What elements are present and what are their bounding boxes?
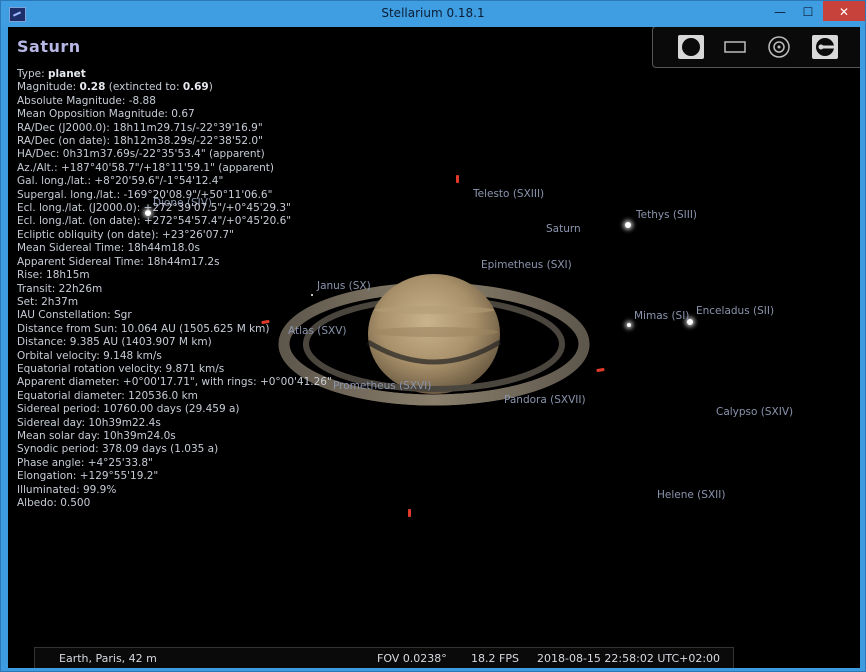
close-button[interactable]: ✕: [823, 1, 865, 21]
info-line: Orbital velocity: 9.148 km/s: [17, 349, 162, 362]
telesto-label[interactable]: Telesto (SXIII): [473, 188, 544, 200]
window-title: Stellarium 0.18.1: [381, 6, 485, 20]
minimize-button[interactable]: —: [766, 1, 794, 21]
info-line: Rise: 18h15m: [17, 269, 90, 282]
target-circle-icon[interactable]: [765, 34, 793, 60]
object-name: Saturn: [17, 37, 81, 56]
pandora-hint-marker: [596, 367, 605, 373]
info-type: Type: planet: [17, 68, 86, 80]
info-magnitude: Magnitude: 0.28 (extincted to: 0.69): [17, 81, 213, 94]
info-line: Supergal. long./lat.: -169°20'08.9"/+50°…: [17, 188, 273, 201]
info-line: Synodic period: 378.09 days (1.035 a): [17, 443, 219, 456]
info-line: Equatorial rotation velocity: 9.871 km/s: [17, 362, 225, 375]
info-line: Equatorial diameter: 120536.0 km: [17, 389, 198, 402]
info-line: Gal. long./lat.: +8°20'59.6"/-1°54'12.4": [17, 175, 224, 188]
tethys-label[interactable]: Tethys (SIII): [636, 209, 697, 221]
epimetheus-label[interactable]: Epimetheus (SXI): [481, 259, 572, 271]
info-line: Elongation: +129°55'19.2": [17, 470, 159, 483]
info-line: Set: 2h37m: [17, 295, 79, 308]
maximize-button[interactable]: ☐: [794, 1, 822, 21]
helene-hint-marker: [408, 509, 411, 517]
info-line: Ecl. long./lat. (J2000.0): +272°39'07.5"…: [17, 202, 291, 215]
info-line: Transit: 22h26m: [17, 282, 103, 295]
calypso-label[interactable]: Calypso (SXIV): [716, 406, 793, 418]
info-line: Mean Opposition Magnitude: 0.67: [17, 108, 195, 121]
prometheus-label[interactable]: Prometheus (SXVI): [333, 380, 431, 392]
saturn-label[interactable]: Saturn: [546, 223, 581, 235]
info-line: HA/Dec: 0h31m37.69s/-22°35'53.4" (appare…: [17, 148, 265, 161]
enceladus-label[interactable]: Enceladus (SII): [696, 305, 774, 317]
info-line: Mean Sidereal Time: 18h44m18.0s: [17, 242, 200, 255]
object-info-panel: Saturn Type: planet Magnitude: 0.28 (ext…: [17, 37, 332, 510]
info-line: Sidereal period: 10760.00 days (29.459 a…: [17, 403, 240, 416]
info-line: IAU Constellation: Sgr: [17, 309, 132, 322]
info-line: Ecliptic obliquity (on date): +23°26'07.…: [17, 228, 234, 241]
view-toolbar: [652, 27, 860, 68]
stellarium-window: Stellarium 0.18.1 — ☐ ✕ Telesto (SXIII) …: [0, 0, 866, 672]
info-line: RA/Dec (J2000.0): 18h11m29.71s/-22°39'16…: [17, 121, 263, 134]
info-line: Absolute Magnitude: -8.88: [17, 94, 156, 107]
pandora-label[interactable]: Pandora (SXVII): [504, 394, 586, 406]
title-bar[interactable]: Stellarium 0.18.1 — ☐ ✕: [1, 1, 865, 27]
info-line: Apparent Sidereal Time: 18h44m17.2s: [17, 255, 220, 268]
tethys-moon[interactable]: [625, 222, 631, 228]
datetime-status[interactable]: 2018-08-15 22:58:02 UTC+02:00: [537, 652, 720, 665]
info-line: Illuminated: 99.9%: [17, 483, 117, 496]
mimas-label[interactable]: Mimas (SI): [634, 310, 689, 322]
info-lines: Absolute Magnitude: -8.88 Mean Oppositio…: [17, 95, 332, 511]
telescope-icon[interactable]: [811, 34, 839, 60]
info-line: RA/Dec (on date): 18h12m38.29s/-22°38'52…: [17, 135, 263, 148]
info-line: Distance: 9.385 AU (1403.907 M km): [17, 336, 212, 349]
rectangle-frame-icon[interactable]: [721, 34, 749, 60]
info-line: Mean solar day: 10h39m24.0s: [17, 429, 176, 442]
telesto-hint-marker: [456, 175, 459, 183]
helene-label[interactable]: Helene (SXII): [657, 489, 725, 501]
fov-status: FOV 0.0238°: [377, 652, 447, 665]
info-line: Sidereal day: 10h39m22.4s: [17, 416, 161, 429]
location-status[interactable]: Earth, Paris, 42 m: [59, 652, 157, 665]
mimas-moon[interactable]: [627, 323, 631, 327]
status-bar: Earth, Paris, 42 m FOV 0.0238° 18.2 FPS …: [34, 647, 734, 668]
info-line: Albedo: 0.500: [17, 497, 91, 509]
info-line: Az./Alt.: +187°40'58.7"/+18°11'59.1" (ap…: [17, 161, 274, 174]
info-line: Ecl. long./lat. (on date): +272°54'57.4"…: [17, 215, 292, 228]
full-disk-icon[interactable]: [677, 34, 705, 60]
info-line: Distance from Sun: 10.064 AU (1505.625 M…: [17, 322, 270, 335]
sky-view[interactable]: Telesto (SXIII) Tethys (SIII) Saturn Dio…: [8, 27, 860, 668]
info-line: Apparent diameter: +0°00'17.71", with ri…: [17, 376, 332, 389]
fps-status: 18.2 FPS: [471, 652, 519, 665]
info-line: Phase angle: +4°25'33.8": [17, 456, 153, 469]
